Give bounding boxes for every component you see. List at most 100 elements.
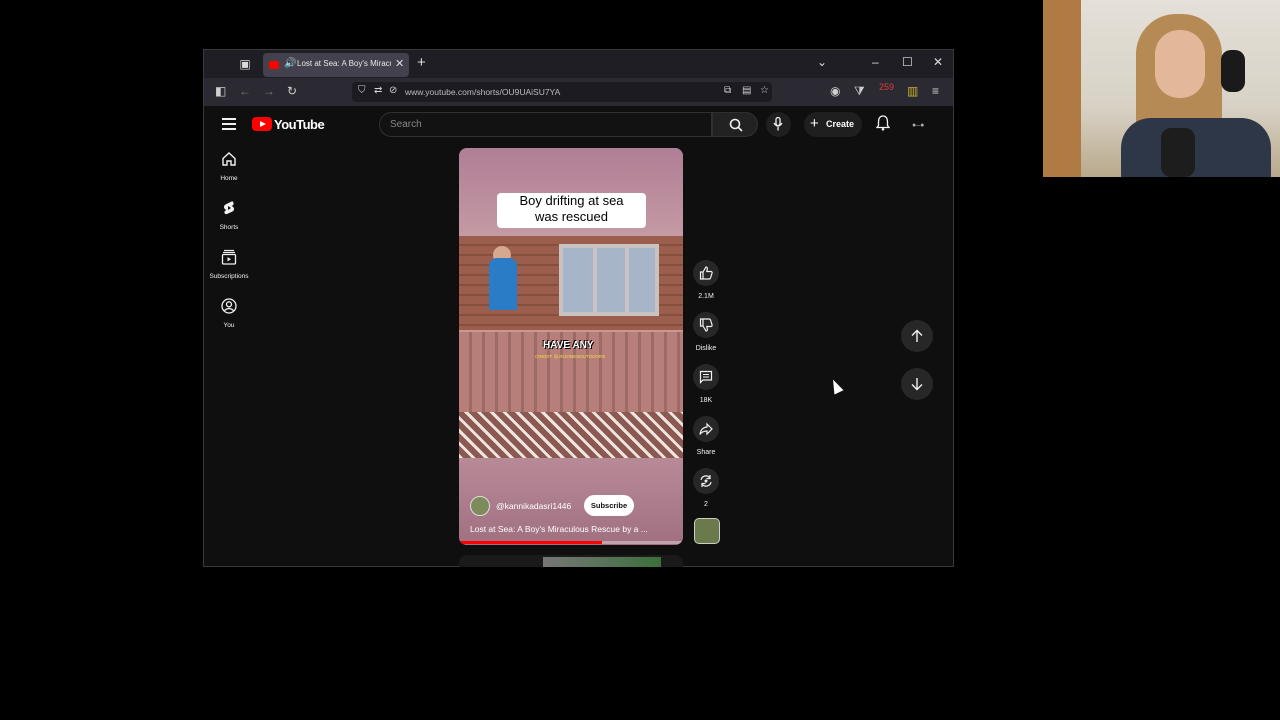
video-caption-box: Boy drifting at sea was rescued — [497, 193, 646, 228]
dislike-button[interactable]: Dislike — [692, 312, 720, 352]
minimize-button[interactable]: – — [872, 55, 879, 69]
guide-item-label: You — [223, 322, 235, 329]
reader-view-icon[interactable]: ▤ — [742, 85, 751, 96]
back-button[interactable]: ← — [239, 84, 251, 98]
webcam-microphone — [1161, 128, 1195, 177]
remix-button[interactable]: 2 — [692, 468, 720, 508]
app-menu-icon[interactable]: ≡ — [932, 84, 939, 98]
video-frame: HAVE ANY CREDIT: @JOJONESOUTDOORS — [459, 236, 683, 458]
thumbs-down-icon — [699, 318, 713, 332]
lock-icon[interactable]: ⊘ — [389, 85, 397, 96]
speaker-icon[interactable]: 🔊 — [284, 58, 296, 69]
bookmark-star-icon[interactable]: ☆ — [760, 85, 769, 96]
subscriptions-icon — [221, 249, 237, 265]
youtube-masthead: YouTube Search + Create ●–● — [204, 106, 953, 143]
you-icon — [221, 298, 237, 314]
guide-item-shorts[interactable]: Shorts — [204, 194, 254, 239]
webcam-headphones — [1221, 50, 1245, 92]
video-cabin-window — [559, 244, 659, 316]
url-text[interactable]: www.youtube.com/shorts/OU9UAiSU7YA — [405, 87, 560, 97]
guide-item-home[interactable]: Home — [204, 145, 254, 190]
search-input[interactable]: Search — [379, 112, 712, 137]
webcam-background-door — [1043, 0, 1081, 177]
webcam-person-face — [1155, 30, 1205, 98]
dislike-label: Dislike — [695, 345, 717, 352]
address-bar[interactable]: ⛉ ⇄ ⊘ www.youtube.com/shorts/OU9UAiSU7YA… — [352, 82, 772, 102]
webcam-overlay — [1043, 0, 1280, 177]
thumbs-up-icon — [699, 266, 713, 280]
youtube-favicon-icon — [269, 61, 279, 69]
remix-icon — [700, 475, 712, 487]
comment-icon — [699, 370, 713, 384]
video-caption-line: was rescued — [535, 209, 608, 224]
voice-search-button[interactable] — [766, 112, 791, 137]
extensions-icon[interactable]: ⧩ — [854, 84, 865, 99]
subscribe-button[interactable]: Subscribe — [584, 495, 634, 516]
youtube-logo-icon[interactable] — [252, 117, 272, 131]
guide-menu-icon[interactable] — [222, 118, 236, 130]
channel-avatar[interactable] — [470, 496, 490, 516]
plus-icon: + — [810, 115, 819, 132]
tab-active[interactable]: 🔊 Lost at Sea: A Boy's Miraculou ✕ — [263, 53, 409, 77]
tab-title: Lost at Sea: A Boy's Miraculou — [297, 59, 391, 68]
guide-item-subscriptions[interactable]: Subscriptions — [204, 243, 254, 288]
previous-short-button[interactable] — [901, 320, 933, 352]
tab-list-icon[interactable]: ▣ — [238, 57, 252, 71]
microphone-icon — [773, 117, 783, 131]
account-icon[interactable]: ◉ — [830, 84, 840, 98]
shorts-icon — [224, 201, 234, 215]
like-count: 2.1M — [698, 293, 714, 300]
guide-item-label: Shorts — [219, 224, 239, 231]
share-label: Share — [696, 449, 716, 456]
youtube-wordmark[interactable]: YouTube — [274, 117, 325, 132]
guide-item-label: Home — [220, 175, 238, 182]
comment-count: 18K — [699, 397, 713, 404]
video-bottom-band: @kannikadasri1446 Subscribe Lost at Sea:… — [459, 458, 683, 545]
guide-item-label: Subscriptions — [209, 273, 249, 280]
share-button[interactable]: Share — [692, 416, 720, 456]
shield-icon[interactable]: ⛉ — [358, 85, 366, 96]
tab-close-icon[interactable]: ✕ — [395, 57, 404, 70]
browser-window: ▣ 🔊 Lost at Sea: A Boy's Miraculou ✕ + ⌄… — [203, 49, 954, 567]
notifications-bell-icon[interactable] — [876, 115, 890, 131]
video-overlay-credit: CREDIT: @JOJONESOUTDOORS — [535, 354, 606, 359]
video-caption-line: Boy drifting at sea — [519, 193, 624, 208]
search-button[interactable] — [712, 112, 758, 137]
short-title[interactable]: Lost at Sea: A Boy's Miraculous Rescue b… — [470, 524, 675, 534]
share-icon — [699, 422, 713, 436]
home-icon — [222, 152, 236, 166]
picture-in-picture-icon[interactable]: ⧉ — [724, 85, 731, 96]
channel-name[interactable]: @kannikadasri1446 — [496, 501, 571, 511]
extension-badge[interactable]: 259 — [879, 82, 894, 92]
list-all-tabs-icon[interactable]: ⌄ — [817, 55, 827, 69]
video-overlay-subtitle: HAVE ANY — [543, 340, 594, 351]
shorts-video-player[interactable]: Boy drifting at sea was rescued HAVE ANY… — [459, 148, 683, 545]
video-person — [489, 258, 517, 310]
guide-item-you[interactable]: You — [204, 292, 254, 337]
sound-remix-thumbnail[interactable] — [694, 518, 720, 544]
webcam-person-shirt — [1121, 118, 1271, 177]
close-window-button[interactable]: ✕ — [933, 55, 943, 69]
next-short-button[interactable] — [901, 368, 933, 400]
navigation-toolbar: ◧ ← → ↻ ⛉ ⇄ ⊘ www.youtube.com/shorts/OU9… — [204, 78, 953, 106]
like-button[interactable]: 2.1M — [692, 260, 720, 300]
video-progress-fill — [459, 541, 603, 544]
remix-count: 2 — [704, 501, 708, 508]
create-button[interactable]: + Create — [804, 112, 862, 137]
next-short-preview[interactable] — [459, 555, 683, 567]
new-tab-button[interactable]: + — [417, 54, 426, 71]
arrow-up-icon — [911, 329, 923, 342]
sidebar-toggle-icon[interactable]: ◧ — [215, 84, 226, 98]
video-progress-bar[interactable] — [459, 541, 683, 544]
reload-button[interactable]: ↻ — [287, 84, 297, 98]
video-lattice — [459, 412, 683, 458]
extension-bars-icon[interactable]: ▥ — [907, 84, 918, 98]
maximize-button[interactable]: ☐ — [902, 55, 913, 69]
account-avatar-loading-icon[interactable]: ●–● — [912, 122, 924, 129]
search-icon — [729, 118, 743, 132]
arrow-down-icon — [911, 378, 923, 391]
permissions-icon[interactable]: ⇄ — [374, 85, 382, 96]
forward-button[interactable]: → — [263, 84, 275, 98]
comments-button[interactable]: 18K — [692, 364, 720, 404]
create-label: Create — [826, 119, 855, 129]
